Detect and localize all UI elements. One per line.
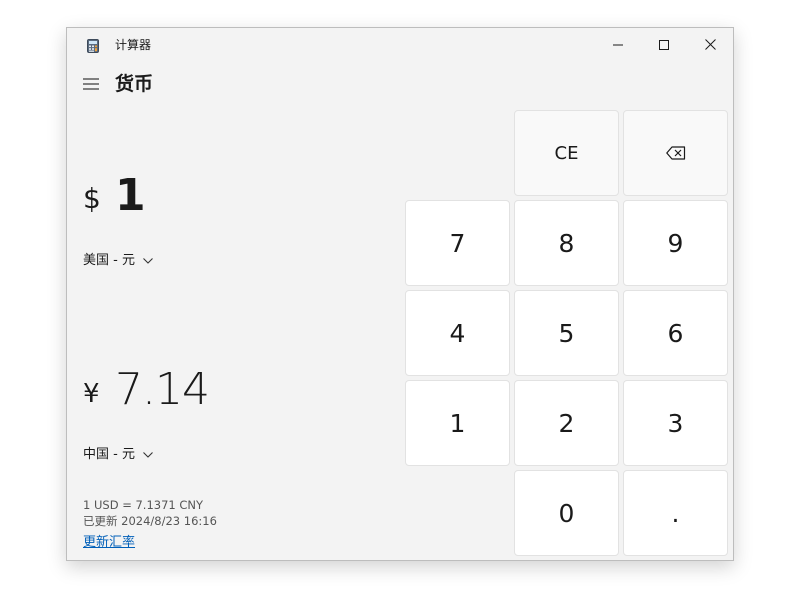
title-bar[interactable]: 计算器 xyxy=(67,28,733,62)
digit-1-button[interactable]: 1 xyxy=(405,380,510,466)
from-currency-label: 美国 - 元 xyxy=(83,253,135,268)
digit-9-button[interactable]: 9 xyxy=(623,200,728,286)
close-icon xyxy=(704,39,716,50)
calculator-app-icon xyxy=(87,38,99,53)
backspace-icon xyxy=(665,146,685,160)
chevron-down-icon xyxy=(143,452,153,458)
from-currency-dropdown[interactable]: 美国 - 元 xyxy=(83,252,153,270)
chevron-down-icon xyxy=(143,258,153,264)
hamburger-icon xyxy=(83,78,99,90)
to-currency-symbol: ¥ xyxy=(83,379,100,409)
digit-8-button[interactable]: 8 xyxy=(514,200,619,286)
maximize-icon xyxy=(659,39,669,50)
to-currency-label: 中国 - 元 xyxy=(83,447,135,462)
window-title: 计算器 xyxy=(115,38,152,52)
navigation-menu-button[interactable] xyxy=(81,74,101,94)
digit-0-button[interactable]: 0 xyxy=(514,470,619,556)
backspace-button[interactable] xyxy=(623,110,728,196)
mode-title: 货币 xyxy=(115,73,154,95)
maximize-button[interactable] xyxy=(641,28,687,61)
minimize-icon xyxy=(613,44,623,45)
digit-2-button[interactable]: 2 xyxy=(514,380,619,466)
close-button[interactable] xyxy=(687,28,733,61)
from-amount[interactable]: 1 xyxy=(115,168,146,224)
update-rates-link[interactable]: 更新汇率 xyxy=(83,534,135,552)
digit-4-button[interactable]: 4 xyxy=(405,290,510,376)
exchange-rate-text: 1 USD = 7.1371 CNY xyxy=(83,498,204,512)
to-amount[interactable]: 7.14 xyxy=(115,362,210,418)
to-currency-dropdown[interactable]: 中国 - 元 xyxy=(83,446,153,464)
calculator-window: 计算器 货币 $ 1 美国 - 元 ¥ 7.14 中国 - 元 1 USD = … xyxy=(66,27,734,561)
last-updated-text: 已更新 2024/8/23 16:16 xyxy=(83,514,217,528)
digit-3-button[interactable]: 3 xyxy=(623,380,728,466)
digit-5-button[interactable]: 5 xyxy=(514,290,619,376)
from-currency-symbol: $ xyxy=(83,182,101,215)
decimal-point-button[interactable]: . xyxy=(623,470,728,556)
digit-7-button[interactable]: 7 xyxy=(405,200,510,286)
clear-entry-button[interactable]: CE xyxy=(514,110,619,196)
minimize-button[interactable] xyxy=(595,28,641,61)
digit-6-button[interactable]: 6 xyxy=(623,290,728,376)
